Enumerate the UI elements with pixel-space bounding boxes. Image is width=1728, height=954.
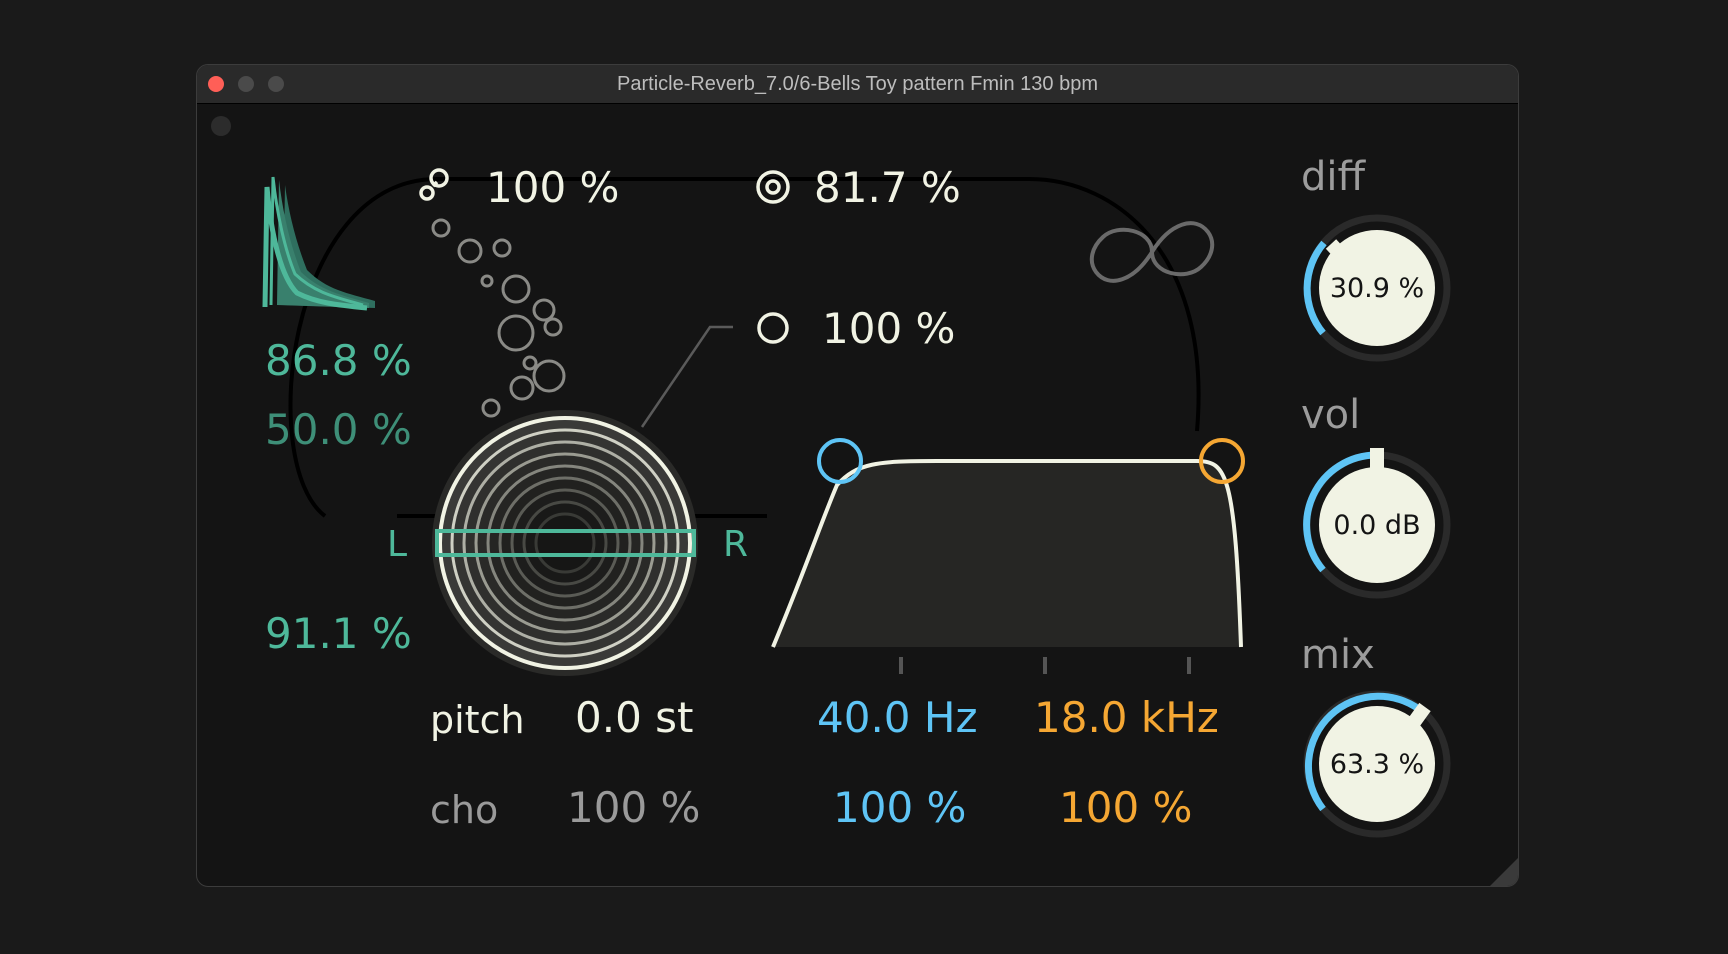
reverb-space-dial[interactable] [432,410,698,676]
pan-left-label: L [387,524,408,565]
decay-envelope-icon[interactable] [262,176,375,311]
mix-value: 63.3 % [1329,749,1425,780]
plugin-window: Particle-Reverb_7.0/6-Bells Toy pattern … [196,64,1519,887]
pan-right-label: R [723,524,749,565]
diff-value: 30.9 % [1329,273,1425,304]
focus-icon[interactable] [756,170,790,204]
size-icon[interactable] [757,312,789,344]
mix-label: mix [1301,632,1375,678]
low-cut-amount[interactable]: 100 % [833,787,966,829]
high-cut-frequency[interactable]: 18.0 kHz [1034,697,1219,739]
vol-label: vol [1301,392,1361,438]
vol-value: 0.0 dB [1333,510,1421,541]
filter-curve[interactable] [771,459,1243,674]
decay-secondary-value[interactable]: 50.0 % [265,409,412,451]
size-value[interactable]: 100 % [822,308,955,350]
chorus-label: cho [430,788,499,832]
low-cut-handle[interactable] [817,438,863,484]
density-icon[interactable] [419,168,449,201]
pitch-value[interactable]: 0.0 st [575,697,694,739]
diff-label: diff [1301,154,1366,200]
focus-value[interactable]: 81.7 % [814,167,961,209]
pitch-label: pitch [430,698,525,742]
infinity-icon[interactable] [1089,221,1215,283]
low-cut-frequency[interactable]: 40.0 Hz [817,697,978,739]
resize-handle[interactable] [1490,858,1518,886]
particles-icon [431,218,566,418]
width-value[interactable]: 91.1 % [265,613,412,655]
chorus-value[interactable]: 100 % [567,787,700,829]
high-cut-amount[interactable]: 100 % [1059,787,1192,829]
density-value[interactable]: 100 % [486,167,619,209]
decay-value[interactable]: 86.8 % [265,340,412,382]
